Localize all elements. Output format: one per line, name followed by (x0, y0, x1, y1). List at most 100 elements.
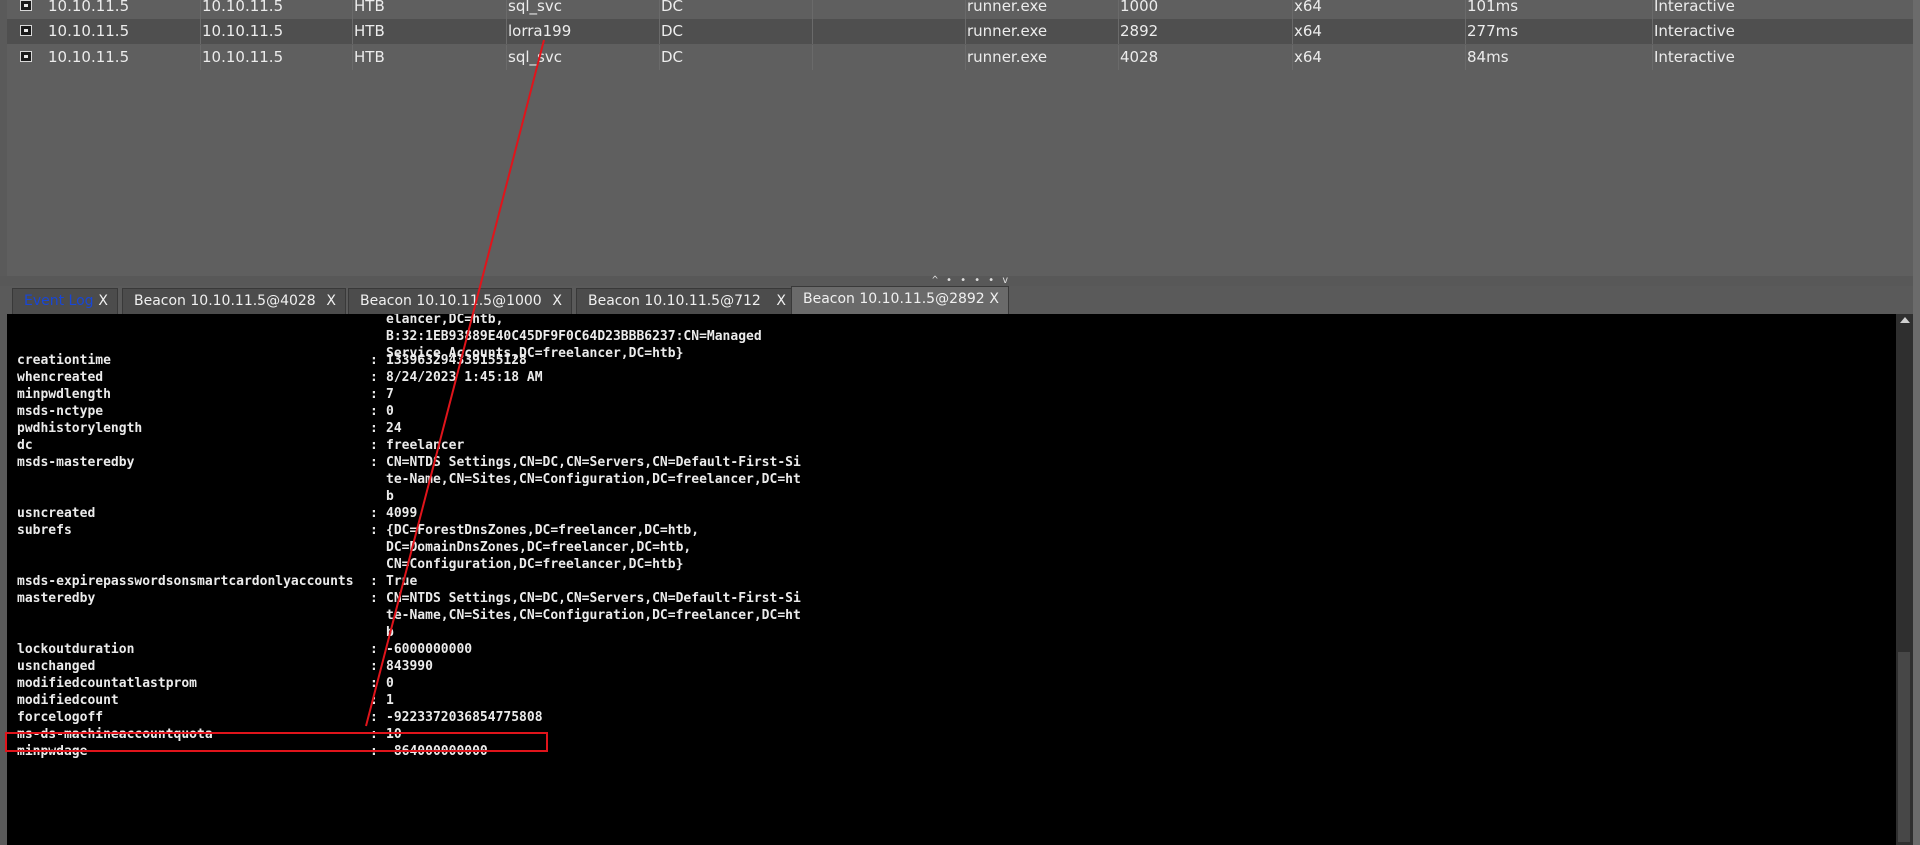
attribute-name: msds-masteredby (17, 455, 135, 470)
attribute-value: te-Name,CN=Sites,CN=Configuration,DC=fre… (386, 472, 801, 487)
session-user-cell: sql_svc (508, 48, 562, 66)
session-arch-cell: x64 (1294, 22, 1322, 40)
session-row[interactable]: 10.10.11.5 10.10.11.5 HTB sql_svc DC runner.e… (7, 0, 1913, 19)
close-icon[interactable]: X (776, 289, 786, 313)
close-icon[interactable]: X (98, 289, 108, 313)
beacon-session-icon (20, 25, 32, 36)
beacon-console-output[interactable]: elancer,DC=htb, B:32:1EB93889E40C45DF9F0C… (7, 314, 1896, 845)
attribute-separator: : (370, 455, 378, 470)
attribute-value: b (386, 625, 394, 640)
attribute-value: CN=NTDS Settings,CN=DC,CN=Servers,CN=Def… (386, 455, 801, 470)
attribute-name: masteredby (17, 591, 96, 606)
attribute-value: 843990 (386, 659, 433, 674)
column-separator (352, 45, 353, 70)
session-last-cell: 277ms (1467, 22, 1519, 40)
session-pid-cell: 4028 (1120, 48, 1159, 66)
session-row[interactable]: 10.10.11.5 10.10.11.5 HTB sql_svc DC runner.e… (7, 45, 1913, 70)
session-internal-cell: 10.10.11.5 (202, 48, 284, 66)
column-separator (506, 45, 507, 70)
attribute-separator: : (370, 727, 378, 742)
tab-beacon[interactable]: Beacon 10.10.11.5@1000 X (348, 288, 572, 314)
session-process-cell: runner.exe (967, 22, 1048, 40)
column-separator (1465, 45, 1466, 70)
divider-grip-handle[interactable]: ^ • • • • v (932, 276, 1009, 286)
column-separator (659, 19, 660, 44)
tab-beacon[interactable]: Beacon 10.10.11.5@2892 X (791, 286, 1009, 314)
attribute-value: DC=DomainDnsZones,DC=freelancer,DC=htb, (386, 540, 692, 555)
scroll-up-arrow-icon[interactable] (1900, 317, 1910, 323)
attribute-name: minpwdlength (17, 387, 111, 402)
attribute-name: modifiedcountatlastprom (17, 676, 198, 691)
attribute-separator: : (370, 693, 378, 708)
session-listener-cell: HTB (354, 48, 385, 66)
attribute-value: 133963294339155128 (386, 353, 527, 368)
attribute-separator: : (370, 676, 378, 691)
beacon-session-icon (20, 51, 32, 62)
column-separator (1118, 19, 1119, 44)
attribute-name: msds-nctype (17, 404, 104, 419)
tab-label: Beacon 10.10.11.5@4028 (134, 293, 316, 309)
attribute-value: -6000000000 (386, 642, 473, 657)
attribute-value: CN=NTDS Settings,CN=DC,CN=Servers,CN=Def… (386, 591, 801, 606)
attribute-name: usncreated (17, 506, 96, 521)
session-pid-cell: 1000 (1120, 0, 1159, 15)
attribute-name: forcelogoff (17, 710, 104, 725)
attribute-name: usnchanged (17, 659, 96, 674)
tab-event-log[interactable]: Event Log X (12, 288, 118, 314)
column-separator (1465, 19, 1466, 44)
attribute-separator: : (370, 438, 378, 453)
column-separator (352, 19, 353, 44)
attribute-value: 10 (386, 727, 402, 742)
column-separator (812, 45, 813, 70)
attribute-separator: : (370, 387, 378, 402)
split-divider[interactable]: ^ • • • • v (0, 276, 1920, 286)
tab-beacon[interactable]: Beacon 10.10.11.5@4028 X (122, 288, 346, 314)
attribute-value: True (386, 574, 418, 589)
session-process-cell: runner.exe (967, 48, 1048, 66)
session-user-cell: sql_svc (508, 0, 562, 15)
session-row[interactable]: 10.10.11.5 10.10.11.5 HTB lorra199 DC runner.… (7, 19, 1913, 44)
attribute-separator: : (370, 506, 378, 521)
console-scrollbar[interactable] (1896, 314, 1913, 845)
attribute-value: 7 (386, 387, 394, 402)
close-icon[interactable]: X (326, 289, 336, 313)
column-separator (659, 0, 660, 19)
session-arch-cell: x64 (1294, 0, 1322, 15)
attribute-value: 4099 (386, 506, 418, 521)
session-external-cell: 10.10.11.5 (48, 22, 130, 40)
column-separator (965, 19, 966, 44)
session-table: 10.10.11.5 10.10.11.5 HTB sql_svc DC runner.e… (7, 0, 1913, 277)
column-separator (812, 0, 813, 19)
attribute-separator: : (370, 370, 378, 385)
attribute-value: te-Name,CN=Sites,CN=Configuration,DC=fre… (386, 608, 801, 623)
attribute-value: -9223372036854775808 (386, 710, 543, 725)
column-separator (812, 19, 813, 44)
tab-label: Event Log (24, 293, 94, 309)
session-type-cell: Interactive (1654, 0, 1735, 15)
attribute-name: whencreated (17, 370, 104, 385)
beacon-session-icon (20, 0, 32, 11)
close-icon[interactable]: X (552, 289, 562, 313)
attribute-value: elancer,DC=htb, (386, 314, 504, 327)
session-listener-cell: HTB (354, 0, 385, 15)
session-internal-cell: 10.10.11.5 (202, 22, 284, 40)
close-icon[interactable]: X (989, 287, 999, 311)
attribute-value: b (386, 489, 394, 504)
tab-bar: Event Log X Beacon 10.10.11.5@4028 X Beacon … (7, 286, 1913, 314)
attribute-value: {DC=ForestDnsZones,DC=freelancer,DC=htb, (386, 523, 700, 538)
tab-beacon[interactable]: Beacon 10.10.11.5@712 X (576, 288, 796, 314)
column-separator (1652, 19, 1653, 44)
scroll-thumb[interactable] (1898, 652, 1910, 842)
column-separator (506, 19, 507, 44)
column-separator (1292, 0, 1293, 19)
column-separator (1292, 19, 1293, 44)
session-listener-cell: HTB (354, 22, 385, 40)
column-separator (965, 45, 966, 70)
column-separator (200, 0, 201, 19)
attribute-name: ms-ds-machineaccountquota (17, 727, 213, 742)
attribute-value: 0 (386, 404, 394, 419)
session-external-cell: 10.10.11.5 (48, 48, 130, 66)
attribute-separator: : (370, 642, 378, 657)
session-arch-cell: x64 (1294, 48, 1322, 66)
attribute-separator: : (370, 574, 378, 589)
